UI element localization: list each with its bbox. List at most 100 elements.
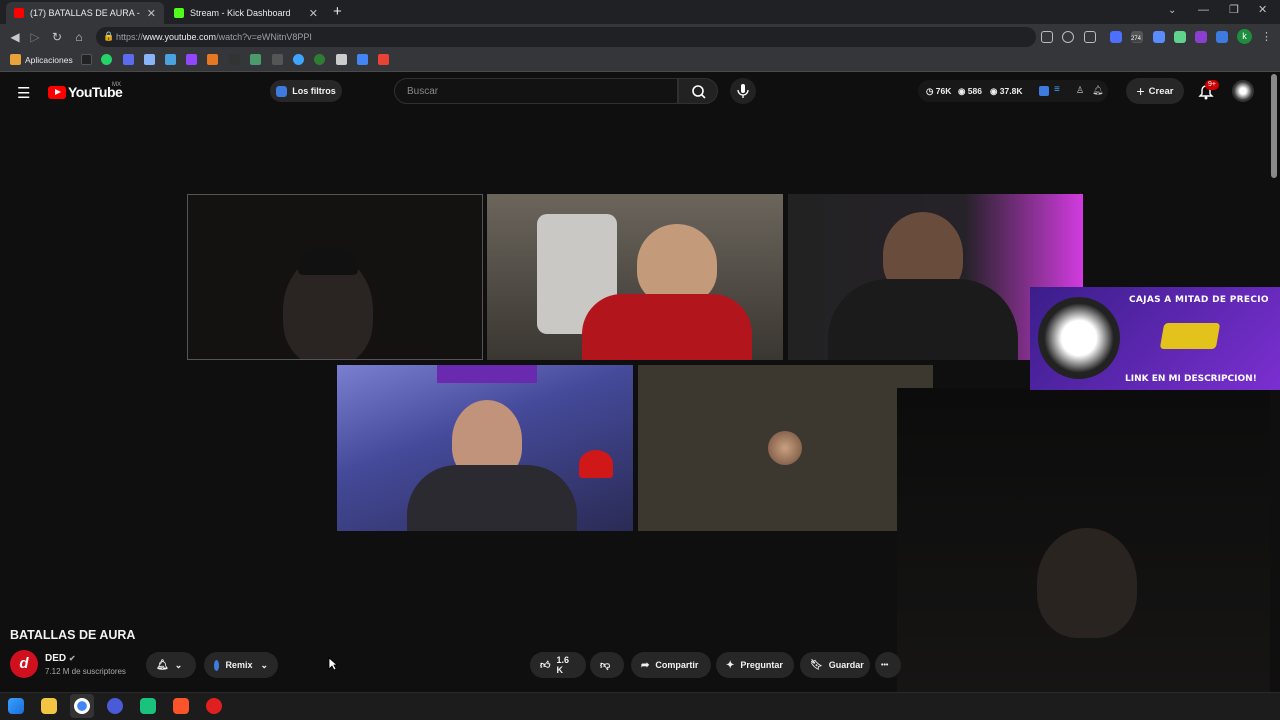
list-icon[interactable]: ≡ [1054, 84, 1060, 95]
remix-button[interactable]: Remix ⌄ [204, 652, 278, 678]
bookmark-icon[interactable] [229, 54, 240, 65]
participant-shirt [828, 279, 1018, 360]
subscription-bell-button[interactable]: 🔔︎ ⌄ [146, 652, 196, 678]
bookmark-icon[interactable] [250, 54, 261, 65]
bookmark-star-icon[interactable] [1084, 31, 1096, 43]
discord-icon[interactable] [107, 698, 123, 714]
apps-grid-icon[interactable] [10, 54, 21, 65]
windows-start-icon[interactable] [8, 698, 24, 714]
search-placeholder: Buscar [407, 85, 439, 97]
youtube-play-icon [48, 85, 66, 99]
dislike-button[interactable]: 👎︎ [590, 652, 624, 678]
microphone-icon [737, 84, 749, 98]
brave-icon[interactable] [173, 698, 189, 714]
like-button[interactable]: 👍︎ 1.6 K [530, 652, 586, 678]
remix-extension-icon [214, 659, 220, 671]
tab-kick[interactable]: Stream - Kick Dashboard ✕ [166, 2, 326, 24]
search-button[interactable] [678, 78, 718, 104]
forward-icon[interactable]: ▷ [28, 30, 42, 44]
reload-icon[interactable]: ↻ [50, 30, 64, 44]
channel-avatar[interactable]: d [10, 650, 38, 678]
chrome-icon[interactable] [74, 698, 90, 714]
bookmark-icon[interactable] [144, 54, 155, 65]
notifications-button[interactable]: 9+ [1196, 80, 1219, 101]
filter-extension-icon[interactable] [1039, 86, 1049, 96]
bookmark-icon[interactable] [123, 54, 134, 65]
bookmark-icon[interactable] [357, 54, 368, 65]
thumbs-down-icon: 👎︎ [600, 660, 611, 671]
tab-kick-label: Stream - Kick Dashboard [190, 8, 291, 18]
bookmark-apps[interactable]: Aplicaciones [25, 55, 73, 65]
plus-icon: + [1136, 83, 1145, 99]
voice-search-button[interactable] [730, 78, 756, 104]
puzzle-icon[interactable] [1153, 31, 1165, 43]
bookmark-icon[interactable] [81, 54, 92, 65]
account-avatar[interactable] [1232, 80, 1254, 102]
bookmark-icon[interactable] [272, 54, 283, 65]
filters-label: Los filtros [292, 86, 336, 96]
extension-badge-icon[interactable]: 274 [1131, 31, 1143, 43]
youtube-favicon-icon [14, 8, 24, 18]
bookmark-icon[interactable] [165, 54, 176, 65]
youtube-logo[interactable]: YouTube MX [48, 82, 123, 100]
minimize-icon[interactable]: — [1198, 4, 1209, 16]
share-button[interactable]: ➦ Compartir [631, 652, 711, 678]
search-input[interactable]: Buscar [394, 78, 678, 104]
like-count: 1.6 K [556, 655, 569, 675]
bookmark-icon[interactable] [314, 54, 325, 65]
flask-extension-icon[interactable] [1174, 31, 1186, 43]
bookmark-icon[interactable] [293, 54, 304, 65]
extension-badge-count: 274 [1131, 36, 1142, 42]
extension-purple-icon[interactable] [1195, 31, 1207, 43]
hamburger-menu-icon[interactable]: ☰ [17, 84, 30, 102]
participant-shirt [582, 294, 752, 360]
twitch-icon[interactable] [186, 54, 197, 65]
youtube-app-icon[interactable] [206, 698, 222, 714]
bell-small-icon[interactable]: 🔔︎ [1092, 85, 1103, 96]
bookmark-icon: 🔖︎ [810, 659, 823, 671]
whatsapp-icon[interactable] [101, 54, 112, 65]
ask-button[interactable]: ✦ Preguntar [716, 652, 794, 678]
stat-viewers: 586 [967, 86, 982, 96]
chevron-down-icon: ⌄ [260, 659, 268, 670]
url-prefix: https:// [116, 32, 144, 42]
file-explorer-icon[interactable] [41, 698, 57, 714]
new-tab-button[interactable]: + [333, 3, 342, 20]
filters-button[interactable]: Los filtros [270, 80, 342, 102]
webcam-overlay [897, 388, 1270, 692]
thumbs-up-icon: 👍︎ [540, 660, 551, 671]
close-tab-icon[interactable]: ✕ [147, 7, 156, 20]
gmail-icon[interactable] [378, 54, 389, 65]
golden-box-icon [1159, 323, 1221, 349]
chatgpt-icon[interactable] [140, 698, 156, 714]
ask-label: Preguntar [740, 660, 783, 670]
url-input[interactable]: 🔒 https://www.youtube.com/watch?v=eWNitn… [96, 27, 1036, 47]
profile-avatar[interactable]: k [1237, 29, 1252, 44]
remix-label: Remix [225, 660, 253, 670]
sidebar-icon[interactable] [1216, 31, 1228, 43]
page-scrollbar[interactable] [1271, 74, 1277, 178]
more-actions-button[interactable]: ••• [875, 652, 901, 678]
maximize-icon[interactable]: ❐ [1229, 3, 1239, 16]
create-button[interactable]: + Crear [1126, 78, 1184, 104]
home-icon[interactable]: ⌂ [72, 30, 86, 44]
channel-name[interactable]: DED ✔ [45, 653, 76, 664]
taskbar [0, 692, 1280, 720]
streamer-figure [1037, 528, 1137, 638]
close-window-icon[interactable]: ✕ [1258, 3, 1267, 16]
bookmark-icon[interactable] [207, 54, 218, 65]
install-app-icon[interactable] [1041, 31, 1053, 43]
back-icon[interactable]: ◀ [8, 30, 22, 44]
tab-search-icon[interactable]: ⌄ [1168, 5, 1176, 16]
save-button[interactable]: 🔖︎ Guardar [800, 652, 870, 678]
browser-menu-icon[interactable]: ⋮ [1261, 30, 1272, 43]
close-tab-icon[interactable]: ✕ [309, 7, 318, 20]
youtube-region: MX [112, 82, 121, 88]
bookmark-icon[interactable] [336, 54, 347, 65]
more-actions-icon: ••• [881, 661, 889, 669]
person-icon[interactable]: ♙ [1076, 85, 1084, 96]
url-host: www.youtube.com [143, 32, 217, 42]
extension-icon[interactable] [1110, 31, 1122, 43]
share-icon[interactable] [1062, 31, 1074, 43]
tab-youtube[interactable]: (17) BATALLAS DE AURA - Y ✕ [6, 2, 164, 24]
